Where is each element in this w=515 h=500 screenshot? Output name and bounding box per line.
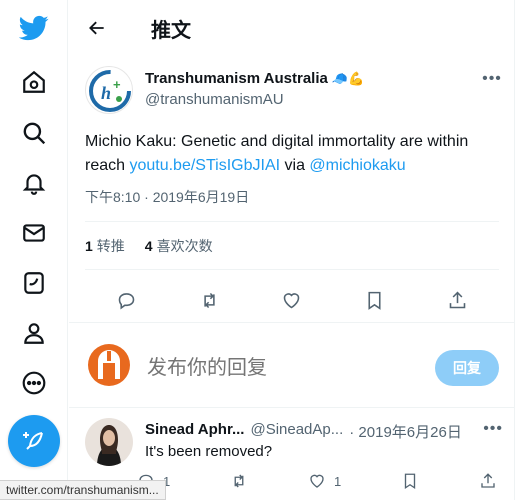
twitter-logo-icon[interactable] xyxy=(12,6,56,50)
author-handle[interactable]: @transhumanismAU xyxy=(145,91,284,108)
tweet-via: via xyxy=(280,157,310,174)
reply-composer: 回复 xyxy=(69,322,515,408)
status-bar-url: twitter.com/transhumanism... xyxy=(0,480,166,500)
divider xyxy=(85,269,499,270)
tweet-stats: 1 转推 4 喜欢次数 xyxy=(85,236,213,256)
share-icon[interactable] xyxy=(440,282,476,318)
reply-text: It's been removed? xyxy=(145,443,273,460)
like-heart-icon xyxy=(310,474,324,488)
page-title: 推文 xyxy=(151,17,191,42)
author-avatar[interactable]: h + xyxy=(85,66,133,114)
tweet-link[interactable]: youtu.be/STisIGbJIAI xyxy=(129,157,280,174)
back-arrow-icon[interactable] xyxy=(79,10,115,46)
reply-actions: 1 1 xyxy=(137,472,497,490)
reply-button[interactable]: 回复 xyxy=(435,350,499,386)
user-avatar[interactable] xyxy=(85,341,133,389)
feather-plus-icon xyxy=(23,432,43,450)
search-icon[interactable] xyxy=(12,111,56,155)
bookmark-icon[interactable] xyxy=(357,282,393,318)
user-avatar-icon xyxy=(85,341,133,389)
reply-author-avatar[interactable] xyxy=(85,418,133,466)
reply-author-name[interactable]: Sinead Aphr... xyxy=(145,421,244,442)
likes-count: 4 xyxy=(144,238,153,254)
tweet-text: Michio Kaku: Genetic and digital immorta… xyxy=(85,130,505,178)
reply-icon[interactable] xyxy=(108,282,144,318)
divider xyxy=(85,221,499,222)
tweet-timestamp[interactable]: 下午8:10 · 2019年6月19日 xyxy=(85,187,249,207)
svg-text:h: h xyxy=(101,83,111,103)
reply-author-handle[interactable]: @SineadAp... xyxy=(250,421,343,442)
reply-share-action[interactable] xyxy=(479,472,497,490)
messages-envelope-icon[interactable] xyxy=(12,211,56,255)
retweets-count: 1 xyxy=(85,238,93,254)
reply-more-icon[interactable]: ••• xyxy=(483,420,503,438)
retweet-icon[interactable] xyxy=(191,282,227,318)
like-count: 1 xyxy=(333,473,342,489)
svg-text:+: + xyxy=(113,77,121,92)
author-display-name[interactable]: Transhumanism Australia xyxy=(145,70,328,87)
reply-input[interactable] xyxy=(147,355,417,379)
page-header: 推文 xyxy=(69,0,515,56)
retweets-stat[interactable]: 1 转推 xyxy=(85,236,125,256)
likes-label: 喜欢次数 xyxy=(156,238,213,254)
transhumanism-logo-icon: h + xyxy=(89,70,131,112)
share-icon xyxy=(481,473,495,488)
tweet-detail-column: 推文 h + Transhumanism Australia 🧢💪 @trans… xyxy=(69,0,515,500)
reply-date[interactable]: · 2019年6月26日 xyxy=(349,421,462,442)
reply-header: Sinead Aphr... @SineadAp... · 2019年6月26日 xyxy=(145,421,462,442)
compose-tweet-button[interactable] xyxy=(8,415,60,467)
reply-author-photo-icon xyxy=(85,418,133,466)
profile-icon[interactable] xyxy=(12,311,56,355)
reply-retweet-action[interactable] xyxy=(230,472,248,490)
sidebar-nav xyxy=(0,0,68,500)
retweets-label: 转推 xyxy=(96,238,125,254)
reply-bookmark-action[interactable] xyxy=(401,472,419,490)
name-emojis: 🧢💪 xyxy=(331,70,365,86)
tweet-actions xyxy=(85,282,499,318)
tweet-mention[interactable]: @michiokaku xyxy=(309,157,405,174)
home-icon[interactable] xyxy=(12,60,56,104)
like-heart-icon[interactable] xyxy=(274,282,310,318)
more-options-icon[interactable] xyxy=(12,361,56,405)
bookmark-icon xyxy=(404,473,416,490)
reply-like-action[interactable]: 1 xyxy=(308,472,341,490)
author-name-row: Transhumanism Australia 🧢💪 xyxy=(145,70,364,87)
notifications-bell-icon[interactable] xyxy=(12,161,56,205)
likes-stat[interactable]: 4 喜欢次数 xyxy=(145,236,213,256)
tweet-more-icon[interactable]: ••• xyxy=(481,68,503,90)
bookmarks-icon[interactable] xyxy=(12,261,56,305)
retweet-icon xyxy=(234,474,244,488)
